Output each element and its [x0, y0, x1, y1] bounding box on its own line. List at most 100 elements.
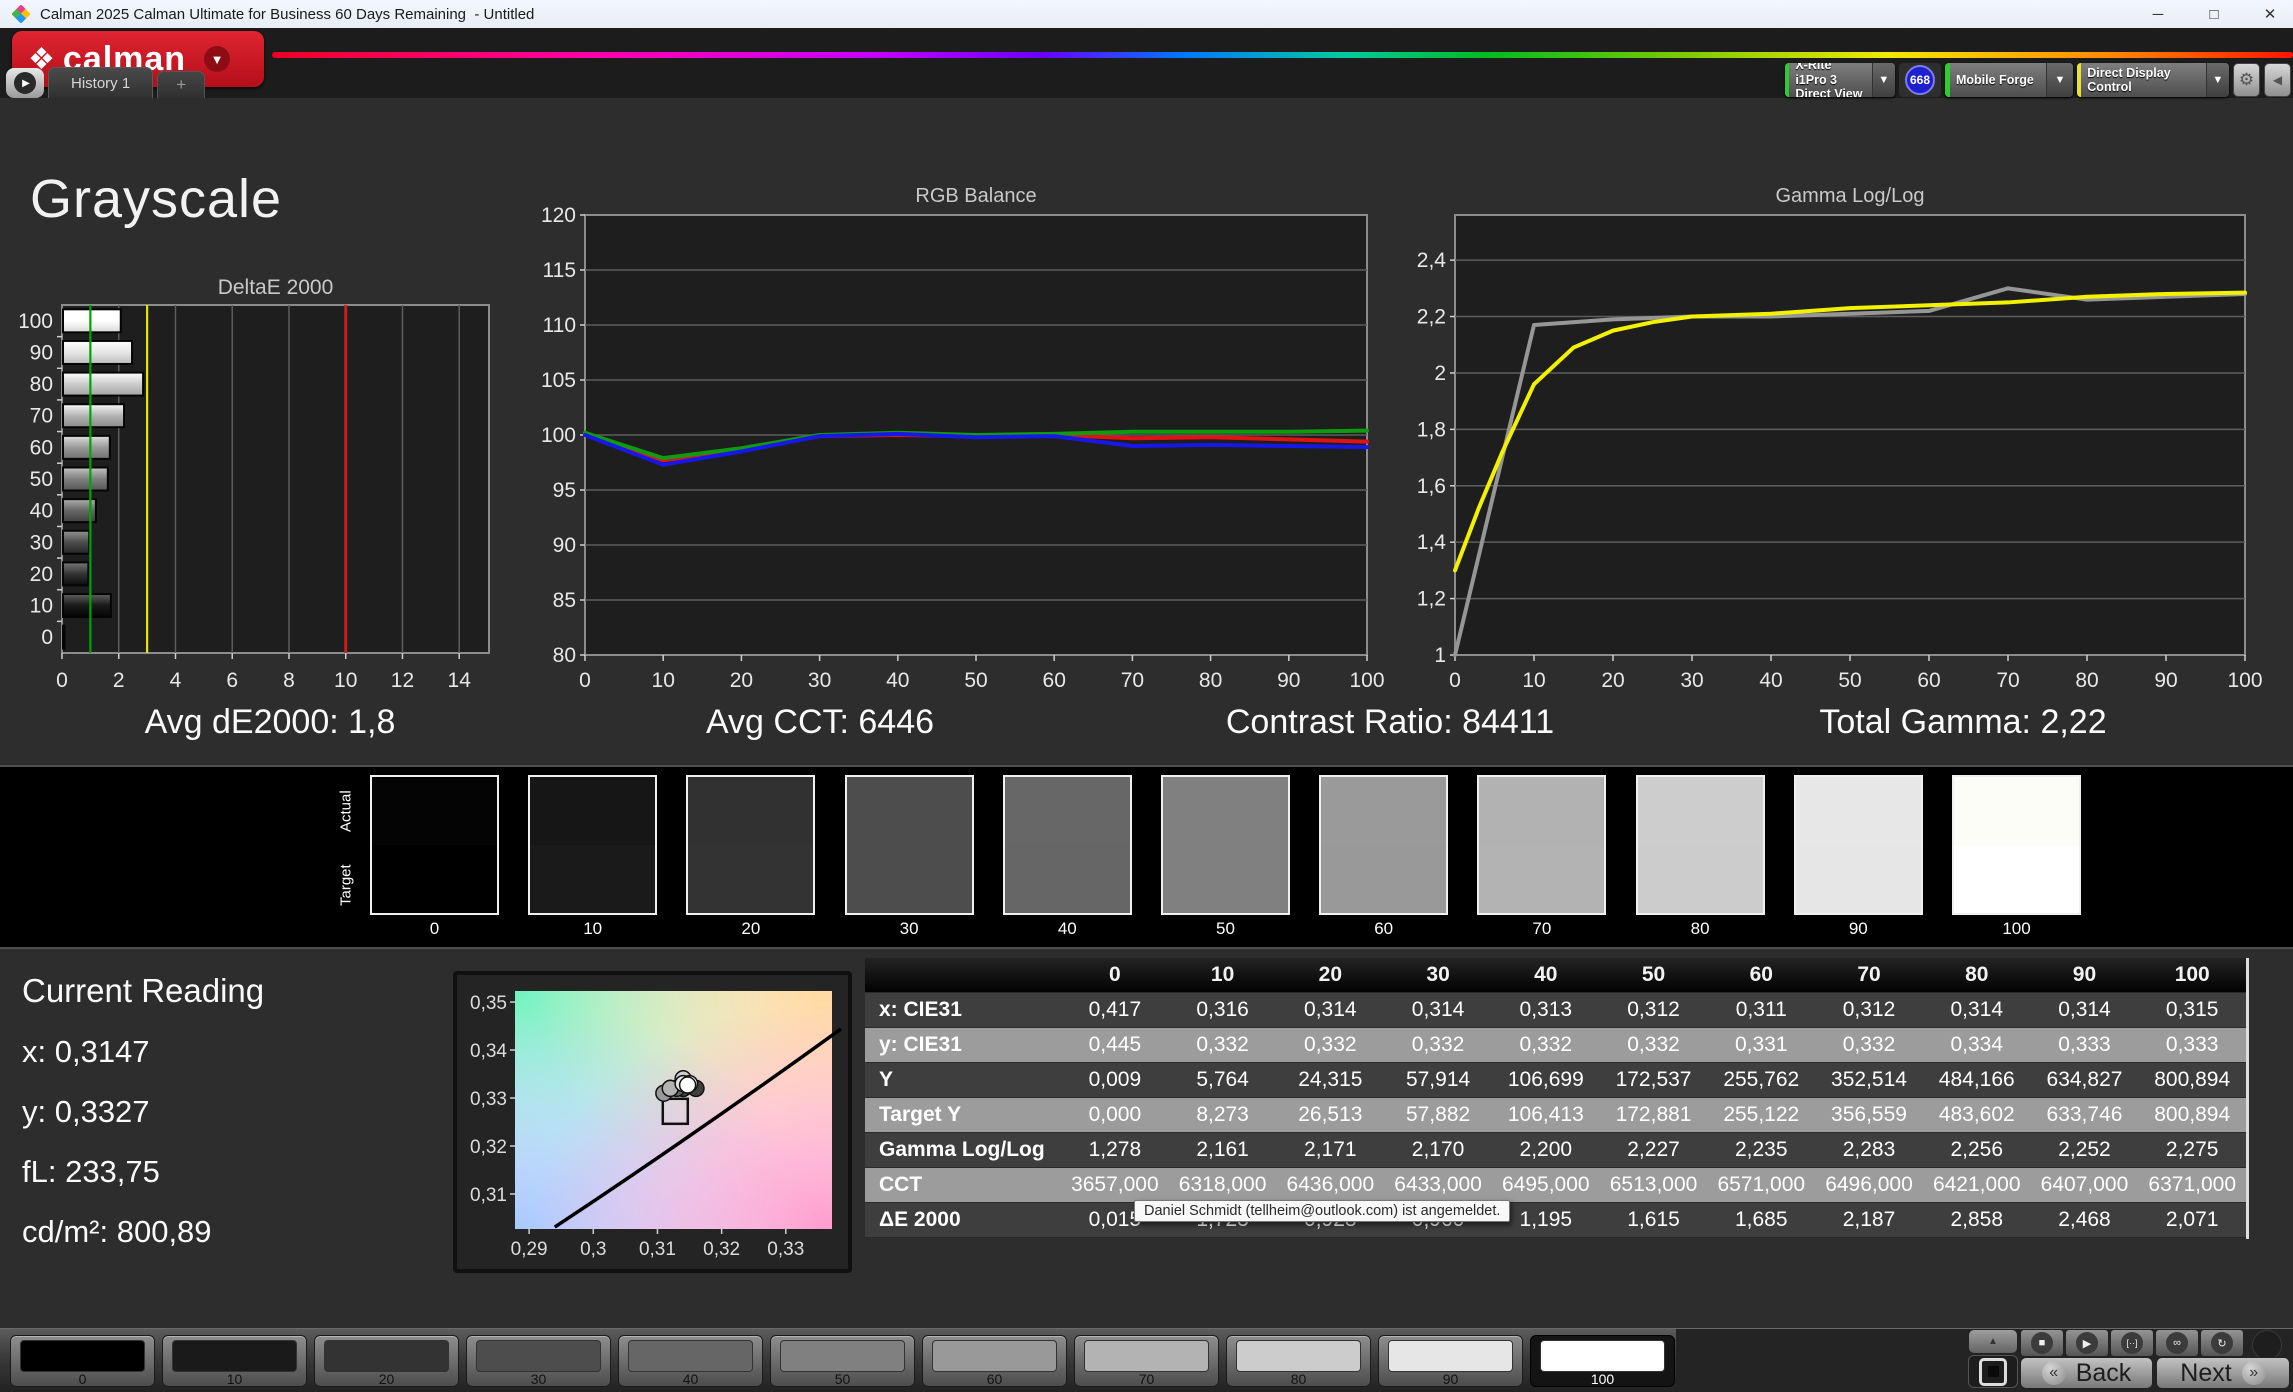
avg-cct-stat: Avg CCT: 6446	[705, 703, 935, 741]
table-cell: 172,881	[1615, 1103, 1692, 1126]
swatch-level-label: 90	[1848, 919, 1868, 938]
swatch-level-50	[1161, 775, 1290, 915]
history-play-button[interactable]: ▶	[6, 68, 44, 98]
measurement-table: 0 10 20 30 40 50 60 70 80 90 100 x: CIE31 0,417 0,316…	[865, 958, 2246, 1238]
back-button[interactable]: « Back	[2020, 1357, 2153, 1389]
swatch-actual	[372, 777, 497, 845]
table-cell: 6433,000	[1394, 1173, 1482, 1196]
svg-text:100: 100	[2227, 669, 2262, 692]
deltae-bar-10	[62, 593, 112, 619]
svg-text:0,35: 0,35	[470, 993, 507, 1014]
left-arrow-icon: ◀	[2272, 73, 2283, 87]
app-icon	[12, 5, 30, 23]
table-cell: 2,283	[1842, 1138, 1896, 1161]
svg-text:1,6: 1,6	[1417, 475, 1446, 498]
pattern-label: 0	[78, 1371, 87, 1387]
deltae-bar-80	[62, 371, 145, 397]
chevron-down-icon[interactable]: ▼	[2205, 63, 2229, 97]
svg-text:1,2: 1,2	[1417, 588, 1446, 611]
reading-y: y: 0,3327	[22, 1094, 150, 1129]
svg-text:70: 70	[1996, 669, 2019, 692]
pattern-button-90[interactable]: 90	[1378, 1335, 1523, 1387]
svg-text:80: 80	[30, 373, 53, 396]
contrast-ratio-stat: Contrast Ratio: 84411	[1225, 703, 1555, 741]
table-cell: 2,858	[1950, 1208, 2004, 1231]
add-tab-button[interactable]: +	[157, 71, 206, 98]
table-cell: 57,882	[1405, 1103, 1471, 1126]
tab-bar: ▶ History 1 +	[6, 67, 206, 98]
svg-text:0: 0	[56, 669, 68, 692]
chevron-down-icon[interactable]: ▼	[2046, 63, 2073, 97]
device-panels: X-Rite i1Pro 3 Direct View ▼ 668 Mobile Fo…	[1785, 63, 2293, 97]
swatch-actual	[1321, 777, 1447, 845]
pattern-button-30[interactable]: 30	[466, 1335, 611, 1387]
pattern-button-20[interactable]: 20	[314, 1335, 459, 1387]
maximize-button[interactable]: □	[2199, 6, 2229, 23]
pattern-swatch	[476, 1340, 601, 1372]
table-cell: 255,122	[1723, 1103, 1800, 1126]
swatch-level-80	[1635, 775, 1765, 915]
svg-text:50: 50	[964, 669, 987, 692]
table-cell: 2,468	[2058, 1208, 2111, 1231]
chevron-down-icon[interactable]: ▼	[1871, 63, 1895, 97]
table-cell: 0,314	[1950, 998, 2004, 1021]
close-button[interactable]: ✕	[2255, 5, 2285, 23]
pattern-button-0[interactable]: 0	[10, 1335, 155, 1387]
table-cell: 8,273	[1196, 1103, 1249, 1126]
pattern-button-50[interactable]: 50	[770, 1335, 915, 1387]
svg-text:20: 20	[730, 669, 753, 692]
app-header: ❖ calman ▼ ▶ History 1 + X-Rite i1Pro 3D…	[0, 28, 2293, 98]
table-scrollbar[interactable]	[2246, 958, 2249, 1239]
table-cell: 356,559	[1831, 1103, 1907, 1126]
collapse-panel-button[interactable]: ◀	[2264, 63, 2291, 97]
table-row: Target Y 0,000 8,273 26,513 57,882 106,413 172…	[865, 1098, 2246, 1133]
table-cell: 1,615	[1627, 1208, 1680, 1231]
svg-text:80: 80	[2075, 669, 2098, 692]
pattern-swatch	[1388, 1340, 1513, 1372]
device-dropdown-2[interactable]: Mobile Forge ▼	[1945, 63, 2073, 97]
swatch-actual	[846, 777, 972, 845]
pattern-button-40[interactable]: 40	[618, 1335, 763, 1387]
table-header-row: 0 10 20 30 40 50 60 70 80 90 100	[865, 958, 2246, 993]
tab-history-1[interactable]: History 1	[48, 67, 154, 98]
pattern-label: 80	[1290, 1371, 1307, 1387]
pattern-button-60[interactable]: 60	[922, 1335, 1067, 1387]
pattern-button-10[interactable]: 10	[162, 1335, 307, 1387]
pattern-button-70[interactable]: 70	[1074, 1335, 1219, 1387]
svg-text:6: 6	[226, 669, 238, 692]
table-column-header: 20	[1318, 963, 1343, 986]
deltae-bar-70	[62, 403, 126, 429]
table-cell: 6495,000	[1502, 1173, 1590, 1196]
swatch-target	[1954, 845, 2079, 913]
stop-button[interactable]: ■	[2020, 1329, 2064, 1357]
pattern-button-80[interactable]: 80	[1226, 1335, 1371, 1387]
swatch-level-label: 10	[583, 919, 603, 938]
device-dropdown-1[interactable]: X-Rite i1Pro 3 Direct View ▼	[1785, 63, 1895, 97]
device-label: Direct Display Control	[2087, 65, 2171, 94]
stop-measurement-button[interactable]	[1968, 1355, 2018, 1388]
next-button[interactable]: Next »	[2156, 1357, 2290, 1389]
table-cell: 2,256	[1950, 1138, 2004, 1161]
settings-gear-button[interactable]: ⚙	[2233, 63, 2260, 97]
table-cell: 634,827	[2046, 1068, 2123, 1091]
device-dropdown-3[interactable]: Direct Display Control ▼	[2077, 63, 2229, 97]
pattern-button-100[interactable]: 100	[1530, 1335, 1675, 1387]
pattern-swatch	[1236, 1340, 1361, 1372]
pattern-swatch	[932, 1340, 1057, 1372]
minimize-button[interactable]: ─	[2143, 6, 2173, 23]
table-cell: 2,252	[2058, 1138, 2111, 1161]
play-button[interactable]: ▶	[2065, 1329, 2109, 1357]
table-cell: 0,445	[1088, 1033, 1142, 1056]
infinity-icon: ∞	[2166, 1332, 2188, 1354]
swatch-level-90	[1793, 775, 1923, 915]
continuous-read-button[interactable]: ∞	[2155, 1329, 2199, 1357]
pattern-options-button[interactable]: ▲	[1968, 1329, 2018, 1354]
svg-text:40: 40	[886, 669, 909, 692]
read-series-button[interactable]: [··]	[2110, 1329, 2154, 1357]
table-cell: 484,166	[1938, 1068, 2015, 1091]
table-column-header: 40	[1534, 963, 1558, 986]
table-cell: 2,227	[1627, 1138, 1680, 1161]
swatch-level-30	[844, 775, 974, 915]
loop-button[interactable]: ↻	[2200, 1329, 2244, 1357]
device-label: X-Rite i1Pro 3 Direct View	[1795, 63, 1863, 97]
